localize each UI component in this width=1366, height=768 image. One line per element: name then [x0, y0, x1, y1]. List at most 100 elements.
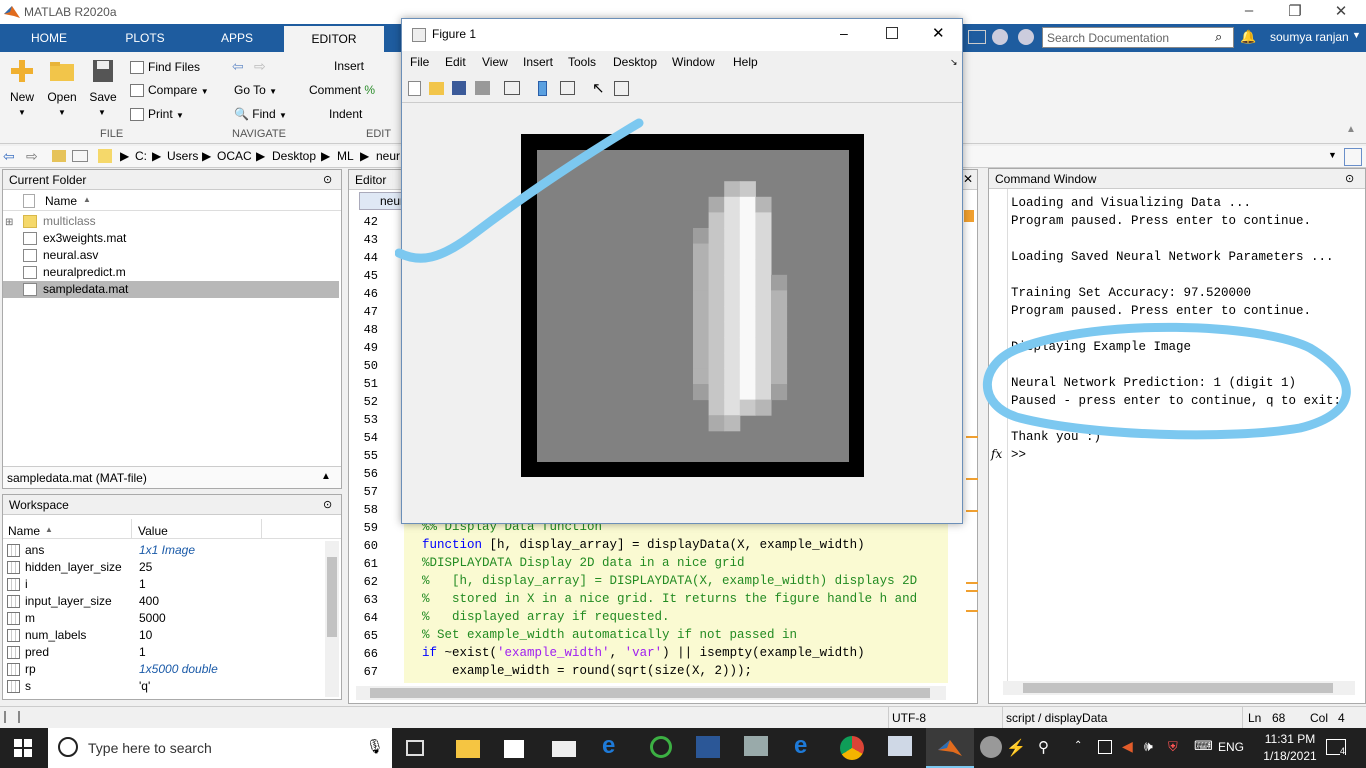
store-icon[interactable] — [504, 740, 524, 758]
user-menu-chevron-icon[interactable]: ▼ — [1352, 30, 1361, 40]
code-line[interactable]: % displayed array if requested. — [422, 610, 670, 624]
network-icon[interactable] — [1098, 740, 1112, 754]
dock-figure-icon[interactable]: ↘ — [950, 57, 958, 68]
workspace-actions-icon[interactable]: ⊙ — [323, 498, 332, 511]
figure-menu-file[interactable]: File — [410, 55, 429, 69]
help-icon[interactable] — [992, 29, 1008, 45]
list-item[interactable]: multiclass — [7, 213, 343, 230]
figure-menu-help[interactable]: Help — [733, 55, 758, 69]
speaker-muted-icon[interactable]: ◀ — [1122, 738, 1133, 755]
go-to-button[interactable]: Go To ▼ — [234, 81, 277, 99]
table-row[interactable]: num_labels 10 — [7, 627, 327, 644]
figure-menu-insert[interactable]: Insert — [523, 55, 553, 69]
back-arrow-icon[interactable]: ⇦ — [232, 58, 244, 75]
table-row[interactable]: s'q' — [7, 678, 327, 695]
open-dropdown-icon[interactable]: ▼ — [58, 108, 66, 117]
app-icon[interactable] — [888, 736, 912, 756]
microphone-icon[interactable]: 🎙 — [366, 738, 384, 755]
command-actions-icon[interactable]: ⊙ — [1345, 172, 1354, 185]
link-plot-icon[interactable] — [504, 81, 520, 95]
tab-editor[interactable]: EDITOR — [284, 26, 384, 52]
internet-explorer-icon[interactable]: e — [794, 732, 818, 759]
code-line[interactable]: %DISPLAYDATA Display 2D data in a nice g… — [422, 556, 745, 570]
open-file-icon[interactable] — [429, 82, 444, 95]
scroll-thumb[interactable] — [327, 557, 337, 637]
nav-forward-icon[interactable]: ⇨ — [26, 148, 38, 165]
chrome-icon[interactable] — [840, 736, 864, 760]
command-prompt[interactable]: >> — [1011, 448, 1026, 462]
find-files-button[interactable]: Find Files — [130, 58, 200, 76]
open-button[interactable]: Open — [42, 58, 82, 104]
list-item[interactable]: neural.asv — [7, 247, 343, 264]
figure-menu-desktop[interactable]: Desktop — [613, 55, 657, 69]
new-figure-icon[interactable] — [408, 81, 421, 96]
nav-back-icon[interactable]: ⇦ — [3, 148, 15, 165]
code-analyzer-indicator[interactable] — [964, 210, 974, 222]
crumb-desktop[interactable]: Desktop — [272, 149, 316, 163]
app-icon[interactable] — [980, 736, 1002, 758]
list-item[interactable]: ex3weights.mat — [7, 230, 343, 247]
workspace-scrollbar[interactable] — [325, 541, 339, 697]
code-line[interactable]: example_width = round(sqrt(size(X, 2))); — [422, 664, 752, 678]
print-figure-icon[interactable] — [475, 81, 490, 95]
figure-close-icon[interactable]: ✕ — [932, 24, 945, 42]
editor-hscroll-thumb[interactable] — [370, 688, 930, 698]
code-line[interactable]: if ~exist('example_width', 'var') || ise… — [422, 646, 865, 660]
insert-button[interactable]: Insert — [334, 57, 364, 75]
options-icon[interactable] — [1018, 29, 1034, 45]
up-folder-icon[interactable] — [52, 150, 66, 162]
crumb-ocac[interactable]: OCAC — [217, 149, 252, 163]
windows-start-icon[interactable] — [14, 739, 32, 757]
save-button[interactable]: Save — [83, 58, 123, 104]
taskbar-search-box[interactable]: Type here to search 🎙 — [48, 728, 392, 768]
minimize-icon[interactable]: – — [1226, 2, 1272, 19]
figure-minimize-icon[interactable]: – — [840, 25, 848, 41]
list-item-selected[interactable]: sampledata.mat — [3, 281, 339, 298]
crumb-ml[interactable]: ML — [337, 149, 354, 163]
collapse-toolstrip-icon[interactable]: ▲ — [1346, 124, 1356, 135]
save-figure-icon[interactable] — [452, 81, 466, 95]
table-row[interactable]: pred 1 — [7, 644, 327, 661]
search-documentation-input[interactable]: Search Documentation ⌕ — [1042, 27, 1234, 48]
tray-chevron-icon[interactable]: ⌃ — [1074, 740, 1082, 751]
table-row[interactable]: i1 — [7, 576, 327, 593]
name-column-header[interactable]: Name — [45, 194, 77, 208]
people-icon[interactable]: ⚲ — [1038, 738, 1049, 756]
property-inspector-icon[interactable] — [614, 81, 629, 96]
details-bar[interactable]: sampledata.mat (MAT-file) ▲ — [3, 466, 341, 488]
tab-plots[interactable]: PLOTS — [108, 24, 182, 52]
edge-icon[interactable]: e — [602, 732, 626, 759]
details-collapse-icon[interactable]: ▲ — [321, 471, 331, 482]
colorbar-icon[interactable] — [538, 81, 547, 96]
security-icon[interactable]: ⛨ — [1168, 739, 1178, 755]
save-dropdown-icon[interactable]: ▼ — [98, 108, 106, 117]
table-row[interactable]: m 5000 — [7, 610, 327, 627]
address-dropdown-icon[interactable]: ▼ — [1328, 150, 1337, 160]
keyboard-icon[interactable]: ⌨ — [1194, 738, 1213, 754]
figure-menu-view[interactable]: View — [482, 55, 508, 69]
new-dropdown-icon[interactable]: ▼ — [18, 108, 26, 117]
compare-button[interactable]: Compare ▼ — [130, 81, 209, 99]
ws-name-header[interactable]: Name — [8, 524, 40, 538]
user-name[interactable]: soumya ranjan — [1270, 30, 1349, 44]
figure-maximize-icon[interactable] — [886, 27, 898, 39]
figure-window[interactable]: Figure 1 – ✕ File Edit View Insert Tools… — [401, 18, 963, 524]
print-button[interactable]: Print ▼ — [130, 105, 184, 123]
mail-icon[interactable] — [552, 741, 576, 757]
new-button[interactable]: New — [2, 58, 42, 104]
clock-date[interactable]: 1/18/2021 — [1258, 749, 1322, 763]
table-row[interactable]: rp 1x5000 double — [7, 661, 327, 678]
address-search-icon[interactable] — [1344, 148, 1362, 166]
list-item[interactable]: neuralpredict.m — [7, 264, 343, 281]
command-hscrollbar[interactable] — [1003, 681, 1355, 695]
command-hscroll-thumb[interactable] — [1023, 683, 1333, 693]
indent-button[interactable]: Indent — [329, 105, 362, 123]
app-icon[interactable] — [744, 736, 768, 756]
crumb-c[interactable]: C: — [135, 149, 147, 163]
find-button[interactable]: 🔍 Find ▼ — [234, 105, 287, 123]
bell-icon[interactable]: 🔔 — [1240, 29, 1256, 45]
app-icon[interactable]: ⚡ — [1006, 738, 1030, 762]
volume-icon[interactable]: 🕪 — [1144, 738, 1153, 755]
edit-plot-arrow-icon[interactable]: ↖ — [592, 79, 605, 97]
browse-folder-icon[interactable] — [72, 150, 88, 162]
